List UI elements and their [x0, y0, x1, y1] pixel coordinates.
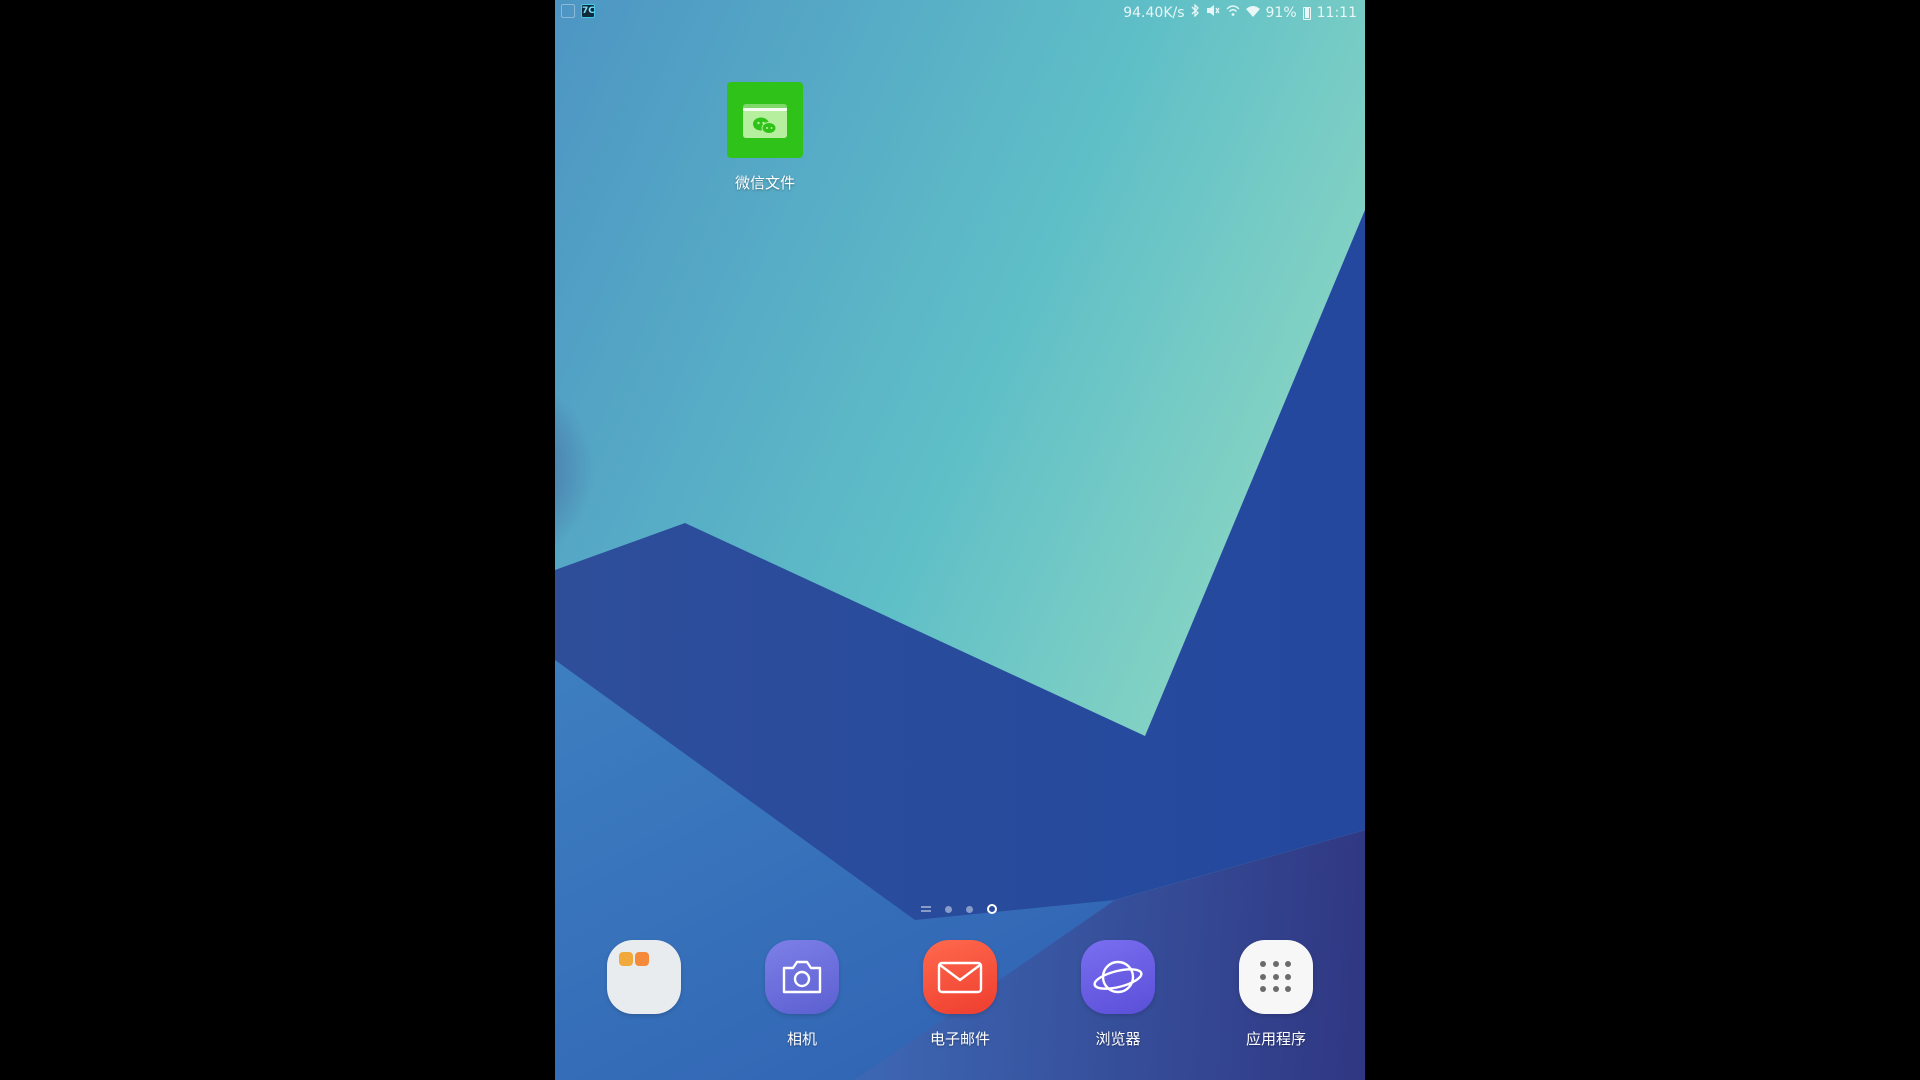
dock-item-email[interactable]: 电子邮件	[905, 940, 1015, 1049]
dock: 相机 电子邮件 浏览器 应用程序	[555, 940, 1365, 1060]
battery-percent: 91%	[1265, 5, 1297, 21]
page-dot-current[interactable]	[987, 904, 997, 914]
battery-icon	[1302, 6, 1311, 20]
mute-icon	[1206, 4, 1220, 22]
page-dot[interactable]	[966, 905, 973, 913]
net-speed: 94.40K/s	[1123, 5, 1185, 21]
dock-item-apps[interactable]: 应用程序	[1221, 940, 1331, 1049]
dock-label: 相机	[786, 1030, 817, 1048]
hotspot-icon	[1226, 4, 1240, 22]
home-page-indicator[interactable]	[921, 906, 931, 912]
dock-label	[589, 1028, 699, 1046]
camera-icon[interactable]	[765, 940, 839, 1014]
mini-app-icon	[619, 952, 633, 966]
apps-grid-icon[interactable]	[1239, 940, 1313, 1014]
wechat-folder-icon[interactable]	[727, 82, 803, 158]
shortcut-label: 微信文件	[734, 174, 795, 192]
phone-screen: 7C 94.40K/s 91% 11:11 微信文件 相机 电子邮件 浏览器 应…	[555, 0, 1365, 1080]
desktop-shortcut-wechat-files[interactable]: 微信文件	[725, 82, 805, 193]
notification-area: 7C	[561, 4, 595, 18]
dock-item-camera[interactable]: 相机	[747, 940, 857, 1049]
frame-icon	[561, 4, 575, 18]
page-dot[interactable]	[945, 905, 952, 913]
dock-item-browser[interactable]: 浏览器	[1063, 940, 1173, 1049]
apps-grid-dots	[1260, 961, 1292, 993]
browser-icon[interactable]	[1081, 940, 1155, 1014]
page-indicator[interactable]	[921, 904, 997, 914]
bluetooth-icon	[1191, 3, 1200, 22]
mini-app-icon	[635, 952, 649, 966]
wallpaper	[555, 0, 1365, 1080]
email-icon[interactable]	[923, 940, 997, 1014]
dock-label: 应用程序	[1245, 1030, 1306, 1048]
app-icon: 7C	[581, 4, 595, 18]
clock: 11:11	[1316, 5, 1357, 21]
dock-label: 电子邮件	[929, 1030, 990, 1048]
wifi-icon	[1245, 5, 1260, 22]
folder-icon[interactable]	[607, 940, 681, 1014]
dock-label: 浏览器	[1095, 1030, 1141, 1048]
system-tray: 94.40K/s 91% 11:11	[1123, 3, 1357, 22]
status-bar: 7C 94.40K/s 91% 11:11	[555, 0, 1365, 26]
dock-item-folder[interactable]	[589, 940, 699, 1046]
